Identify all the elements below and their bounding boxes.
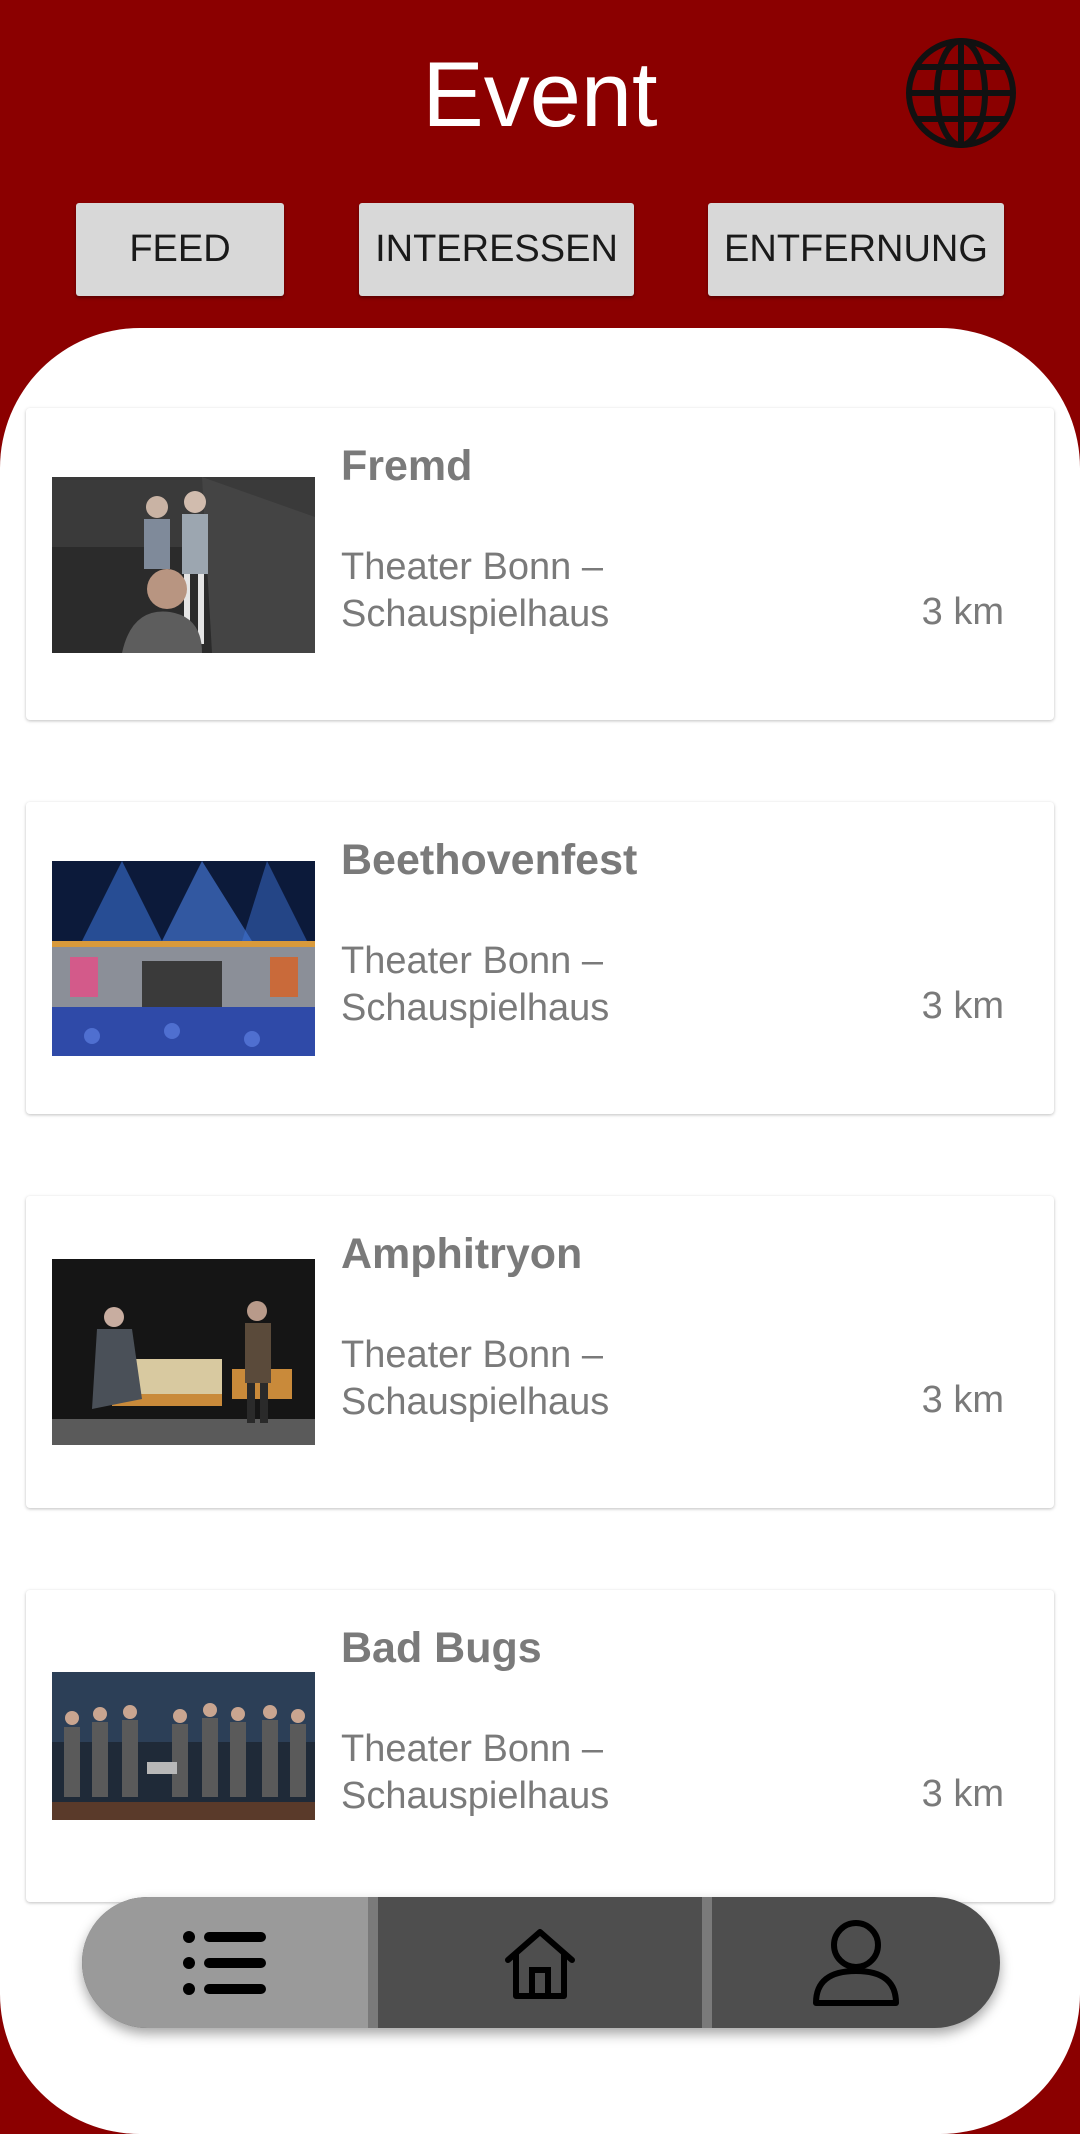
list-icon: [183, 1930, 266, 1995]
tab-entfernung[interactable]: ENTFERNUNG: [708, 203, 1004, 296]
event-distance: 3 km: [921, 1773, 1004, 1815]
event-venue: Theater Bonn – Schauspielhaus: [341, 940, 610, 1029]
user-icon: [813, 1919, 899, 2006]
event-title: Beethovenfest: [341, 836, 638, 884]
event-image: [52, 477, 315, 653]
event-card[interactable]: Amphitryon Theater Bonn – Schauspielhaus…: [26, 1196, 1054, 1508]
nav-divider: [368, 1897, 378, 2028]
nav-list[interactable]: [82, 1897, 368, 2028]
event-venue: Theater Bonn – Schauspielhaus: [341, 1728, 610, 1817]
home-icon: [505, 1928, 575, 1999]
event-distance: 3 km: [921, 1379, 1004, 1421]
bottom-nav: [82, 1897, 1000, 2028]
event-title: Bad Bugs: [341, 1624, 542, 1672]
event-venue: Theater Bonn – Schauspielhaus: [341, 546, 610, 635]
tab-interessen[interactable]: INTERESSEN: [359, 203, 634, 296]
event-image: [52, 861, 315, 1056]
event-image: [52, 1672, 315, 1820]
event-card[interactable]: Fremd Theater Bonn – Schauspielhaus 3 km: [26, 408, 1054, 720]
event-distance: 3 km: [921, 985, 1004, 1027]
tab-feed[interactable]: FEED: [76, 203, 284, 296]
event-title: Fremd: [341, 442, 473, 490]
nav-profile[interactable]: [712, 1897, 1000, 2028]
event-title: Amphitryon: [341, 1230, 583, 1278]
nav-divider: [702, 1897, 712, 2028]
event-card[interactable]: Bad Bugs Theater Bonn – Schauspielhaus 3…: [26, 1590, 1054, 1902]
event-image: [52, 1259, 315, 1445]
globe-icon[interactable]: [905, 37, 1017, 149]
nav-home[interactable]: [378, 1897, 702, 2028]
event-card[interactable]: Beethovenfest Theater Bonn – Schauspielh…: [26, 802, 1054, 1114]
event-venue: Theater Bonn – Schauspielhaus: [341, 1334, 610, 1423]
event-distance: 3 km: [921, 591, 1004, 633]
event-list[interactable]: Fremd Theater Bonn – Schauspielhaus 3 km: [0, 328, 1080, 2134]
